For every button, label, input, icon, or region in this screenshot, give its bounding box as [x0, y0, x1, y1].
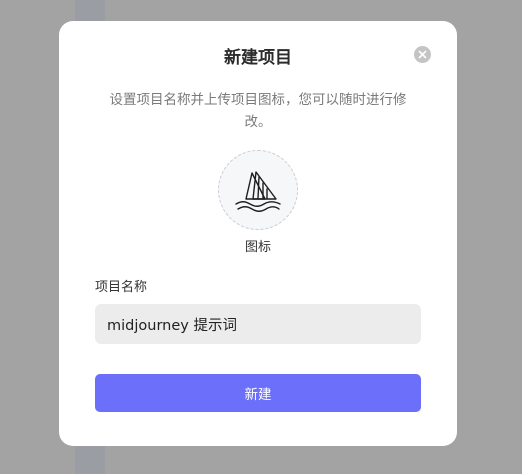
- close-icon: [418, 50, 427, 59]
- icon-label: 图标: [244, 240, 271, 255]
- project-icon-upload[interactable]: [218, 150, 298, 230]
- create-button[interactable]: 新建: [95, 374, 421, 412]
- dialog-subtitle: 设置项目名称并上传项目图标，您可以随时进行修改。: [109, 92, 407, 130]
- sailboat-icon: [235, 171, 281, 212]
- close-button[interactable]: [414, 46, 431, 63]
- new-project-dialog: 新建项目 设置项目名称并上传项目图标，您可以随时进行修改。 图标 项目名称 新建: [59, 21, 457, 446]
- dialog-title: 新建项目: [224, 48, 292, 68]
- project-name-label: 项目名称: [95, 280, 148, 295]
- project-name-input[interactable]: [95, 304, 421, 344]
